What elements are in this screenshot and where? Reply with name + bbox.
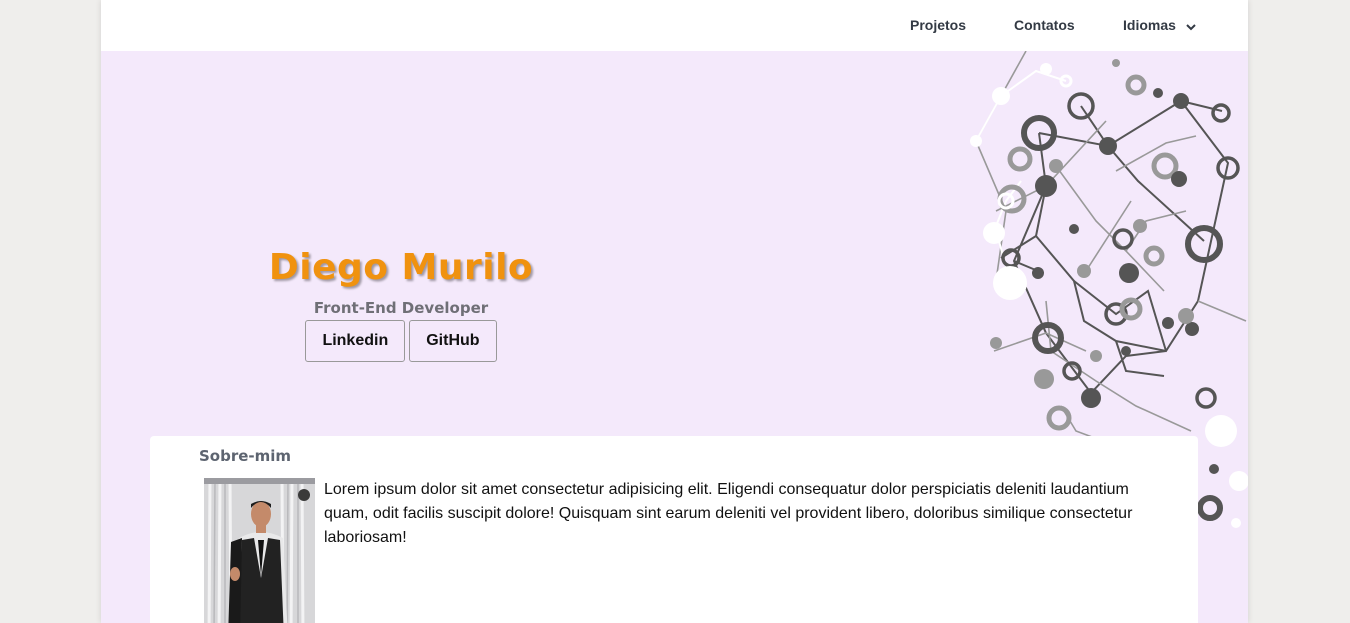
nav-dropdown-languages[interactable]: Idiomas — [1123, 17, 1196, 34]
hero-role: Front-End Developer — [313, 299, 489, 317]
navbar: Projetos Contatos Idiomas — [101, 0, 1248, 51]
chevron-down-icon — [1186, 18, 1196, 34]
nav-link-projects[interactable]: Projetos — [910, 17, 966, 33]
profile-photo — [204, 478, 315, 623]
nav-link-contacts[interactable]: Contatos — [1014, 17, 1075, 33]
about-title: Sobre-mim — [199, 447, 292, 465]
about-section: Sobre-mim Lorem ipsum dolor sit amet con… — [150, 436, 1198, 623]
page: Projetos Contatos Idiomas Diego Murilo F… — [101, 0, 1248, 623]
github-button[interactable]: GitHub — [409, 320, 497, 362]
linkedin-button[interactable]: Linkedin — [305, 320, 406, 362]
about-text: Lorem ipsum dolor sit amet consectetur a… — [324, 481, 1133, 546]
hero: Diego Murilo Front-End Developer Linkedi… — [251, 245, 551, 362]
hero-name: Diego Murilo — [268, 247, 534, 288]
hero-buttons: Linkedin GitHub — [251, 320, 551, 362]
nav-dropdown-label: Idiomas — [1123, 17, 1176, 33]
